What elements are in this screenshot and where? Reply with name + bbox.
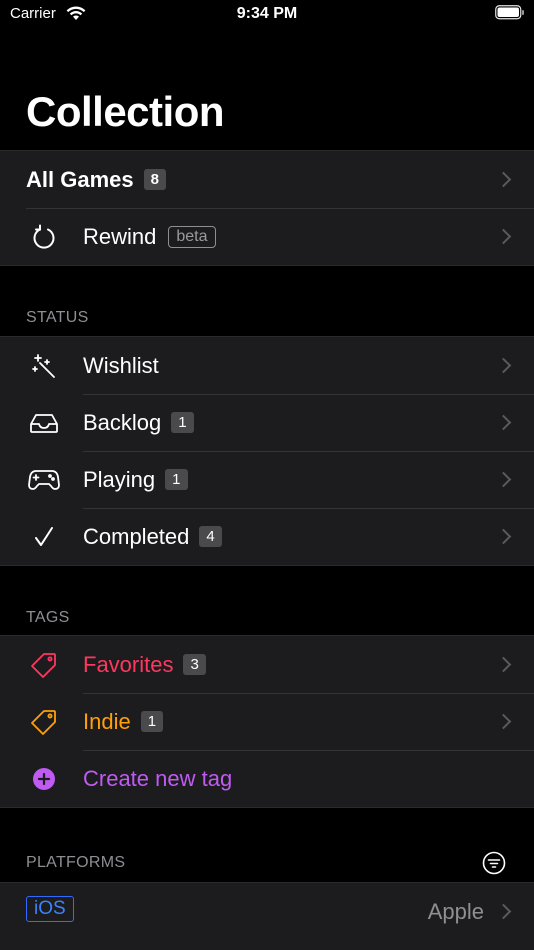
- chevron-right-icon: [498, 657, 508, 673]
- chevron-right-icon: [498, 529, 508, 545]
- wishlist-row[interactable]: Wishlist: [0, 337, 534, 394]
- chevron-right-icon: [498, 904, 508, 920]
- tag-indie-row[interactable]: Indie 1: [0, 693, 534, 750]
- chevron-right-icon: [498, 472, 508, 488]
- tag-favorites-row[interactable]: Favorites 3: [0, 636, 534, 693]
- playing-label: Playing: [83, 466, 156, 492]
- platform-maker-label: Apple: [427, 898, 484, 924]
- platform-badge-ios: iOS: [26, 896, 74, 922]
- page-title: Collection: [26, 88, 225, 135]
- tags-section-header: TAGS: [26, 609, 70, 626]
- tag-icon: [26, 704, 62, 740]
- chevron-right-icon: [498, 415, 508, 431]
- filter-icon[interactable]: [482, 851, 506, 875]
- tags-group: Favorites 3 Indie 1 Create new tag: [0, 635, 534, 808]
- rewind-label: Rewind: [83, 223, 157, 249]
- count-badge: 1: [140, 710, 164, 732]
- platform-ios-row[interactable]: iOS Apple: [0, 883, 534, 940]
- favorites-label: Favorites: [83, 651, 174, 677]
- count-badge: 4: [199, 525, 222, 547]
- playing-row[interactable]: Playing 1: [0, 451, 534, 508]
- wishlist-label: Wishlist: [83, 352, 159, 378]
- all-games-label: All Games: [26, 166, 134, 192]
- chevron-right-icon: [498, 229, 508, 245]
- indie-label: Indie: [83, 708, 131, 734]
- all-games-row[interactable]: All Games 8: [0, 151, 534, 208]
- inbox-tray-icon: [26, 405, 62, 441]
- top-group: All Games 8 Rewind beta: [0, 150, 534, 266]
- status-group: Wishlist Backlog 1 Playing 1 Completed 4: [0, 336, 534, 566]
- create-new-tag-label: Create new tag: [83, 765, 233, 791]
- create-new-tag-row[interactable]: Create new tag: [0, 750, 534, 807]
- count-badge: 8: [143, 168, 166, 190]
- gamepad-icon: [26, 462, 62, 498]
- completed-row[interactable]: Completed 4: [0, 508, 534, 565]
- wand-icon: [26, 348, 62, 384]
- chevron-right-icon: [498, 358, 508, 374]
- count-badge: 3: [183, 653, 206, 675]
- count-badge: 1: [171, 411, 194, 433]
- status-bar: Carrier 9:34 PM: [0, 0, 534, 30]
- backlog-label: Backlog: [83, 409, 162, 435]
- backlog-row[interactable]: Backlog 1: [0, 394, 534, 451]
- status-section-header: STATUS: [26, 309, 89, 326]
- platforms-section-header: PLATFORMS: [26, 854, 126, 871]
- chevron-right-icon: [498, 172, 508, 188]
- clock-label: 9:34 PM: [236, 5, 298, 22]
- battery-icon: [495, 5, 525, 25]
- beta-badge: beta: [168, 225, 216, 248]
- rewind-icon: [26, 219, 62, 255]
- rewind-row[interactable]: Rewind beta: [0, 208, 534, 265]
- plus-circle-icon: [26, 761, 62, 797]
- tag-icon: [26, 647, 62, 683]
- checkmark-icon: [26, 519, 62, 555]
- chevron-right-icon: [498, 714, 508, 730]
- count-badge: 1: [165, 468, 188, 490]
- platforms-group: iOS Apple: [0, 882, 534, 950]
- completed-label: Completed: [83, 523, 190, 549]
